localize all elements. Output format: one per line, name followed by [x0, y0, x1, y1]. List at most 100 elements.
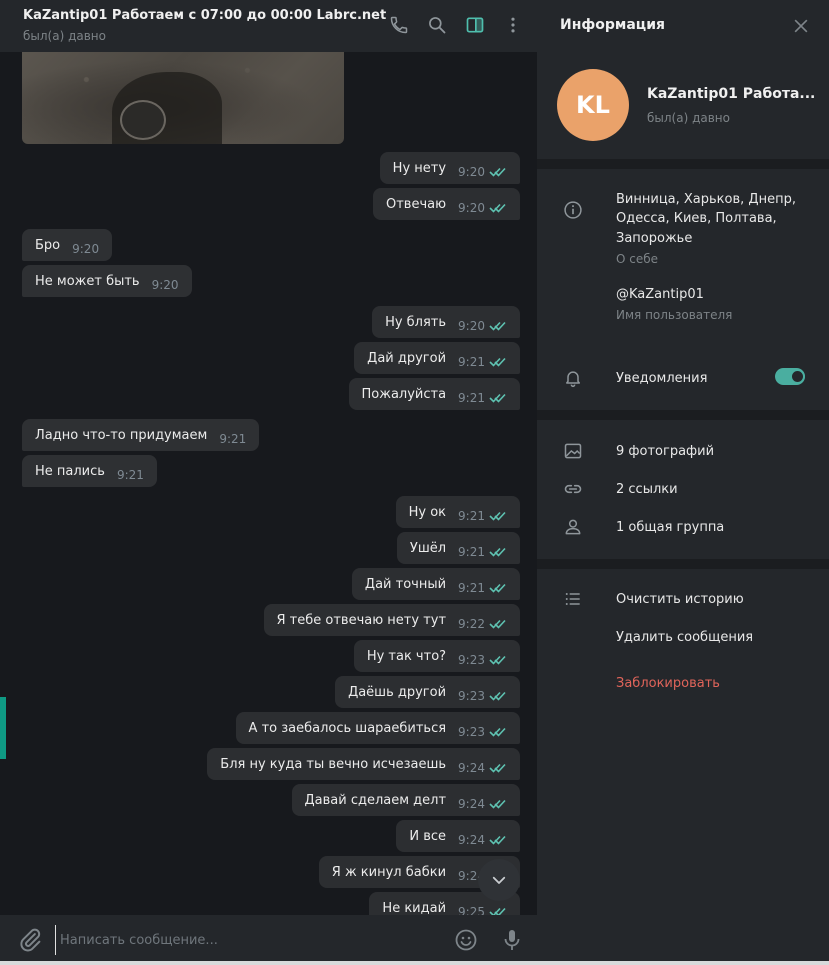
- message-time: 9:21: [458, 355, 485, 369]
- more-icon[interactable]: [502, 14, 524, 36]
- outgoing-message[interactable]: А то заебалось шараебиться 9:23: [235, 712, 520, 744]
- message-time: 9:23: [458, 653, 485, 667]
- read-checkmarks-icon: [489, 655, 506, 665]
- groups-count[interactable]: 1 общая группа: [616, 520, 724, 535]
- read-checkmarks-icon: [489, 321, 506, 331]
- avatar[interactable]: KL: [557, 69, 629, 141]
- message-text: Ну блять: [385, 314, 447, 330]
- outgoing-message[interactable]: Я тебе отвечаю нету тут 9:22: [263, 604, 520, 636]
- outgoing-message[interactable]: Ну ок 9:21: [395, 496, 520, 528]
- username[interactable]: @KaZantip01: [616, 287, 704, 302]
- message-time: 9:20: [458, 201, 485, 215]
- outgoing-message[interactable]: Ну нету 9:20: [379, 152, 520, 184]
- message-text: Бро: [35, 237, 61, 253]
- incoming-message[interactable]: Ладно что-то придумаем 9:21: [22, 419, 260, 451]
- links-count[interactable]: 2 ссылки: [616, 482, 678, 497]
- message-time: 9:21: [458, 545, 485, 559]
- read-checkmarks-icon: [489, 727, 506, 737]
- outgoing-message[interactable]: Ушёл 9:21: [396, 532, 520, 564]
- link-icon: [563, 479, 583, 499]
- read-checkmarks-icon: [489, 583, 506, 593]
- microphone-icon[interactable]: [500, 927, 524, 953]
- divider: [537, 159, 829, 169]
- about-label: О себе: [616, 252, 659, 266]
- incoming-message[interactable]: Не может быть 9:20: [22, 265, 192, 297]
- about-line-2: Одесса, Киев, Полтава,: [616, 211, 777, 226]
- phone-icon[interactable]: [388, 14, 410, 36]
- chat-title[interactable]: KaZantip01 Работаем с 07:00 до 00:00 Lab…: [23, 8, 386, 23]
- outgoing-message[interactable]: Давай сделаем делт 9:24: [291, 784, 520, 816]
- chat-header[interactable]: KaZantip01 Работаем с 07:00 до 00:00 Lab…: [0, 0, 537, 52]
- search-icon[interactable]: [426, 14, 448, 36]
- clear-history-button[interactable]: Очистить историю: [616, 592, 744, 607]
- scroll-down-button[interactable]: [478, 859, 520, 901]
- photos-count[interactable]: 9 фотографий: [616, 444, 714, 459]
- message-text: Не может быть: [35, 273, 140, 289]
- outgoing-message[interactable]: Бля ну куда ты вечно исчезаешь 9:24: [207, 748, 520, 780]
- read-checkmarks-icon: [489, 547, 506, 557]
- message-time: 9:22: [458, 617, 485, 631]
- message-text: А то заебалось шараебиться: [248, 720, 447, 736]
- username-label: Имя пользователя: [616, 308, 733, 322]
- notifications-label[interactable]: Уведомления: [616, 371, 707, 386]
- emoji-icon[interactable]: [454, 928, 478, 952]
- photo-icon: [563, 441, 583, 461]
- message-text: И все: [409, 828, 447, 844]
- outgoing-message[interactable]: Даёшь другой 9:23: [335, 676, 520, 708]
- contact-name: KaZantip01 Работа...: [647, 86, 816, 102]
- incoming-message[interactable]: Не пались 9:21: [22, 455, 157, 487]
- outgoing-message[interactable]: Ну блять 9:20: [372, 306, 520, 338]
- message-text: Отвечаю: [385, 196, 447, 212]
- read-checkmarks-icon: [489, 203, 506, 213]
- message-time: 9:20: [458, 165, 485, 179]
- outgoing-message[interactable]: Пожалуйста 9:21: [348, 378, 520, 410]
- read-checkmarks-icon: [489, 619, 506, 629]
- message-time: 9:21: [116, 468, 144, 482]
- side-accent-bar: [0, 697, 6, 759]
- incoming-message[interactable]: Бро 9:20: [22, 229, 113, 261]
- outgoing-message[interactable]: Дай точный 9:21: [351, 568, 520, 600]
- photo-message[interactable]: [22, 52, 344, 144]
- window-bottom-edge: [0, 961, 829, 965]
- message-time: 9:24: [458, 797, 485, 811]
- message-time: 9:23: [458, 725, 485, 739]
- message-text: Не кидай: [382, 900, 447, 916]
- attach-icon[interactable]: [17, 927, 43, 953]
- message-time: 9:21: [458, 509, 485, 523]
- message-text: Пожалуйста: [361, 386, 447, 402]
- close-icon[interactable]: [791, 16, 811, 36]
- outgoing-message[interactable]: Дай другой 9:21: [354, 342, 520, 374]
- message-text: Ну так что?: [366, 648, 447, 664]
- sidebar-toggle-icon[interactable]: [464, 14, 486, 36]
- toggle-knob: [790, 369, 805, 384]
- message-text: Не пались: [35, 463, 105, 479]
- read-checkmarks-icon: [489, 511, 506, 521]
- read-checkmarks-icon: [489, 357, 506, 367]
- block-button[interactable]: Заблокировать: [616, 676, 720, 691]
- outgoing-message[interactable]: Отвечаю 9:20: [372, 188, 520, 220]
- delete-messages-button[interactable]: Удалить сообщения: [616, 630, 753, 645]
- outgoing-message[interactable]: И все 9:24: [396, 820, 520, 852]
- message-text: Даёшь другой: [348, 684, 447, 700]
- bell-icon: [563, 368, 583, 388]
- read-checkmarks-icon: [489, 799, 506, 809]
- message-time: 9:20: [151, 278, 179, 292]
- message-list[interactable]: Ну нету 9:20 Отвечаю 9:20 Бро 9:20 Не может бы…: [0, 52, 537, 915]
- message-time: 9:21: [219, 432, 247, 446]
- message-time: 9:21: [458, 391, 485, 405]
- outgoing-message[interactable]: Ну так что? 9:23: [353, 640, 520, 672]
- message-time: 9:25: [458, 905, 485, 915]
- message-text: Дай точный: [364, 576, 447, 592]
- read-checkmarks-icon: [489, 691, 506, 701]
- message-text: Ну нету: [392, 160, 447, 176]
- message-text: Бля ну куда ты вечно исчезаешь: [220, 756, 447, 772]
- message-time: 9:20: [72, 242, 100, 256]
- message-time: 9:24: [458, 761, 485, 775]
- message-time: 9:23: [458, 689, 485, 703]
- message-time: 9:21: [458, 581, 485, 595]
- chevron-down-icon: [492, 876, 506, 884]
- notifications-toggle[interactable]: [775, 368, 805, 385]
- message-input[interactable]: [55, 925, 435, 955]
- message-text: Я тебе отвечаю нету тут: [276, 612, 447, 628]
- message-text: Ну ок: [408, 504, 447, 520]
